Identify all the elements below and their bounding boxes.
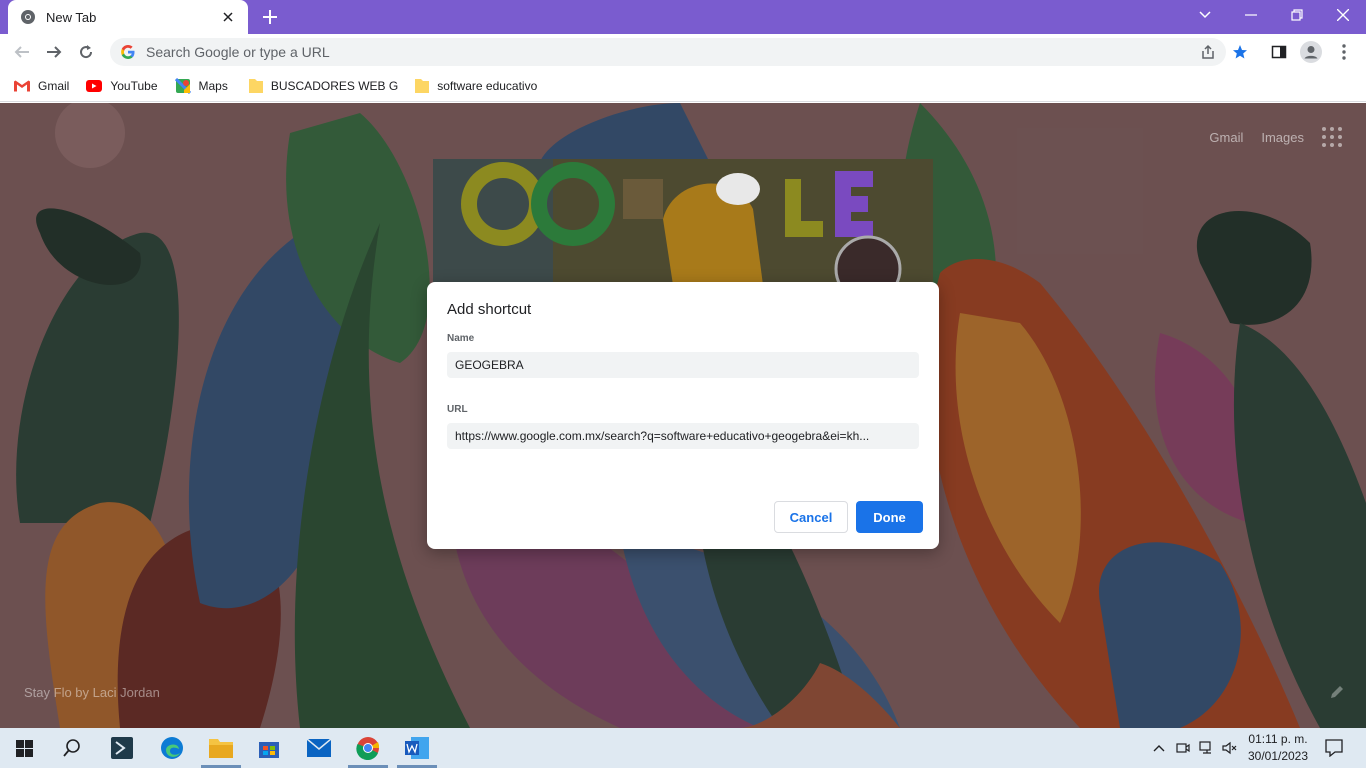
taskbar-store[interactable]	[245, 728, 293, 768]
restore-button[interactable]	[1274, 0, 1320, 30]
name-label: Name	[447, 333, 475, 344]
taskbar-chrome[interactable]	[344, 728, 392, 768]
network-icon[interactable]	[1198, 728, 1216, 768]
bookmark-youtube[interactable]: YouTube	[86, 78, 158, 93]
windows-logo-icon	[15, 739, 33, 757]
cancel-button[interactable]: Cancel	[774, 501, 848, 533]
folder-icon	[415, 78, 430, 93]
omnibox-placeholder: Search Google or type a URL	[146, 44, 330, 60]
share-icon[interactable]	[1194, 38, 1222, 66]
app-tool-icon	[111, 737, 133, 759]
reload-button[interactable]	[72, 38, 100, 66]
bookmark-maps[interactable]: Maps	[174, 77, 228, 94]
folder-icon	[248, 78, 263, 93]
apps-grid-icon[interactable]	[1322, 127, 1342, 147]
gmail-icon	[14, 80, 30, 91]
background-attribution[interactable]: Stay Flo by Laci Jordan	[24, 685, 160, 700]
clock-time: 01:11 p. m.	[1248, 732, 1308, 746]
minimize-button[interactable]	[1228, 0, 1274, 30]
dialog-title: Add shortcut	[447, 301, 532, 318]
bookmark-label: software educativo	[437, 78, 538, 93]
side-panel-icon[interactable]	[1265, 38, 1293, 66]
clock-date: 30/01/2023	[1247, 749, 1309, 763]
tab-title: New Tab	[46, 9, 97, 25]
file-explorer-icon	[209, 739, 233, 758]
tab-search-icon[interactable]	[1182, 0, 1228, 30]
google-doodle[interactable]	[433, 159, 933, 285]
taskbar-word[interactable]	[393, 728, 441, 768]
search-button[interactable]	[48, 728, 96, 768]
chrome-icon	[21, 10, 35, 24]
close-tab-icon[interactable]	[220, 9, 236, 25]
bookmark-star-icon[interactable]	[1226, 38, 1254, 66]
volume-muted-icon[interactable]	[1221, 728, 1239, 768]
add-shortcut-dialog: Add shortcut Name GEOGEBRA URL https://w…	[427, 282, 939, 549]
search-icon	[63, 739, 80, 757]
bookmark-label: YouTube	[110, 78, 158, 93]
top-links: Gmail Images	[1209, 127, 1366, 147]
chrome-icon	[356, 737, 380, 760]
gmail-link[interactable]: Gmail	[1209, 130, 1243, 145]
bookmark-label: Gmail	[38, 78, 70, 93]
customize-pencil-icon[interactable]	[1330, 685, 1344, 704]
bookmark-label: BUSCADORES WEB G	[270, 78, 399, 93]
name-input[interactable]: GEOGEBRA	[447, 352, 919, 378]
doodle-artwork	[433, 159, 933, 285]
close-window-button[interactable]	[1320, 0, 1366, 30]
bookmark-folder-buscadores[interactable]: BUSCADORES WEB G	[248, 78, 399, 94]
bookmark-gmail[interactable]: Gmail	[14, 79, 69, 93]
taskbar-file-explorer[interactable]	[197, 728, 245, 768]
url-input[interactable]: https://www.google.com.mx/search?q=softw…	[447, 423, 919, 449]
store-icon	[259, 742, 279, 758]
bookmarks-bar: Gmail YouTube Maps BUSCADORES WEB G soft…	[0, 70, 1366, 102]
menu-dots-icon[interactable]	[1330, 38, 1358, 66]
tray-overflow-icon[interactable]	[1150, 728, 1168, 768]
edge-icon	[161, 737, 183, 759]
images-link[interactable]: Images	[1261, 130, 1304, 145]
title-bar: New Tab	[0, 0, 1366, 34]
forward-button[interactable]	[40, 38, 68, 66]
notifications-icon[interactable]	[1318, 728, 1350, 768]
maps-icon	[174, 77, 191, 94]
bookmark-folder-software[interactable]: software educativo	[415, 78, 537, 94]
windows-taskbar: 01:11 p. m. 30/01/2023	[0, 728, 1366, 768]
google-g-icon	[121, 45, 135, 59]
bookmark-label: Maps	[198, 78, 228, 93]
new-tab-button[interactable]	[258, 5, 282, 29]
taskbar-edge[interactable]	[148, 728, 196, 768]
taskbar-mail[interactable]	[295, 728, 343, 768]
youtube-icon	[86, 79, 103, 92]
taskbar-clock[interactable]: 01:11 p. m. 30/01/2023	[1244, 731, 1312, 765]
url-label: URL	[447, 404, 468, 415]
profile-avatar[interactable]	[1297, 38, 1325, 66]
omnibox[interactable]: Search Google or type a URL	[110, 38, 1226, 66]
start-button[interactable]	[0, 728, 48, 768]
done-button[interactable]: Done	[856, 501, 923, 533]
browser-toolbar: Search Google or type a URL	[0, 34, 1366, 70]
meet-icon[interactable]	[1174, 728, 1192, 768]
taskbar-app-tool[interactable]	[98, 728, 146, 768]
word-icon	[405, 737, 429, 759]
tab-new-tab[interactable]: New Tab	[8, 0, 248, 34]
back-button[interactable]	[8, 38, 36, 66]
mail-icon	[307, 739, 331, 757]
